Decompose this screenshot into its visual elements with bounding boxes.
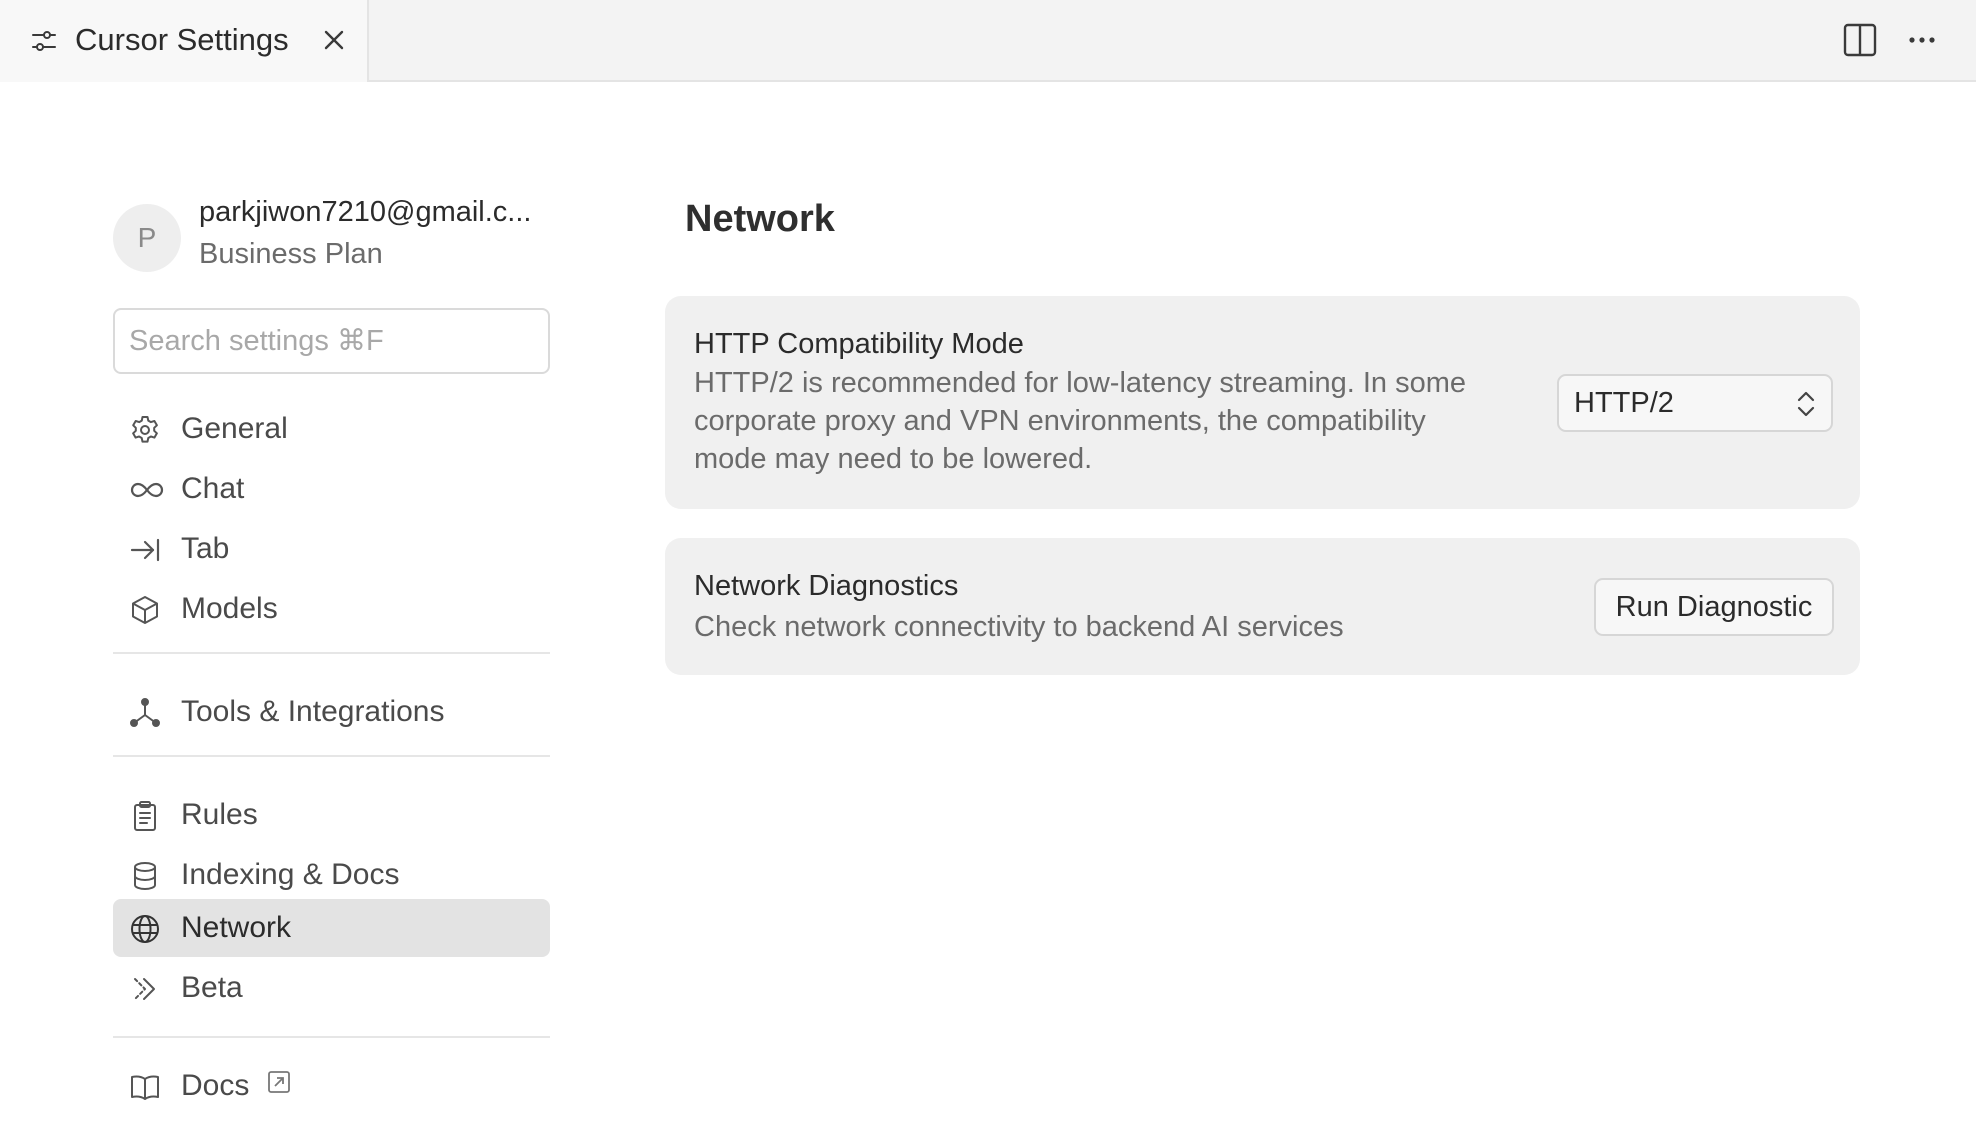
card-description: Check network connectivity to backend AI… — [694, 611, 1344, 643]
sidebar-item-label: Chat — [181, 472, 245, 505]
network-diagnostics-card: Network Diagnostics Check network connec… — [665, 538, 1860, 675]
settings-sidebar: P parkjiwon7210@gmail.c... Business Plan… — [113, 190, 550, 1102]
sidebar-item-rules[interactable]: Rules — [113, 786, 550, 844]
sidebar-item-label: Docs — [181, 1069, 250, 1102]
globe-icon — [129, 913, 161, 945]
split-editor-icon[interactable] — [1840, 20, 1880, 60]
sidebar-item-indexing-docs[interactable]: Indexing & Docs — [113, 846, 550, 904]
arrow-to-right-icon — [129, 534, 161, 566]
clipboard-icon — [129, 800, 161, 832]
sidebar-item-chat[interactable]: Chat — [113, 460, 550, 518]
card-title: Network Diagnostics — [694, 570, 959, 602]
sidebar-item-tools-integrations[interactable]: Tools & Integrations — [113, 683, 550, 741]
sidebar-item-label: Tools & Integrations — [181, 695, 445, 728]
double-chevron-icon — [129, 973, 161, 1005]
sidebar-item-network[interactable]: Network — [113, 899, 550, 957]
sidebar-item-label: Tab — [181, 532, 230, 565]
sidebar-item-beta[interactable]: Beta — [113, 959, 550, 1017]
sidebar-item-models[interactable]: Models — [113, 580, 550, 638]
book-icon — [129, 1071, 161, 1103]
sidebar-item-label: Indexing & Docs — [181, 858, 400, 891]
chevron-up-down-icon — [1793, 388, 1819, 420]
run-diagnostic-button[interactable]: Run Diagnostic — [1594, 578, 1834, 636]
avatar[interactable]: P — [113, 204, 181, 272]
infinity-icon — [129, 474, 164, 506]
sidebar-item-general[interactable]: General — [113, 400, 550, 458]
external-link-icon — [267, 1070, 291, 1094]
search-input[interactable] — [113, 308, 550, 374]
sidebar-item-label: Rules — [181, 798, 258, 831]
sidebar-item-label: Beta — [181, 971, 243, 1004]
nodes-icon — [129, 697, 161, 729]
sidebar-item-tab[interactable]: Tab — [113, 520, 550, 578]
tab-title: Cursor Settings — [75, 22, 289, 57]
sidebar-item-label: Models — [181, 592, 278, 625]
settings-sliders-icon — [30, 27, 58, 55]
close-icon[interactable] — [318, 24, 350, 56]
http-compatibility-card: HTTP Compatibility Mode HTTP/2 is recomm… — [665, 296, 1860, 509]
card-title: HTTP Compatibility Mode — [694, 328, 1024, 360]
card-description-line: mode may need to be lowered. — [694, 443, 1093, 475]
page-title: Network — [685, 198, 835, 240]
database-icon — [129, 860, 161, 892]
sidebar-divider — [113, 1036, 550, 1038]
editor-tab-bar: Cursor Settings — [0, 0, 1976, 82]
sidebar-divider — [113, 755, 550, 757]
http-mode-select[interactable]: HTTP/2 — [1557, 374, 1833, 432]
account-plan: Business Plan — [199, 238, 383, 270]
sidebar-divider — [113, 652, 550, 654]
sidebar-item-docs[interactable]: Docs — [113, 1057, 550, 1115]
account-email: parkjiwon7210@gmail.c... — [199, 196, 532, 228]
gear-icon — [129, 414, 161, 446]
more-ellipsis-icon[interactable] — [1902, 20, 1942, 60]
sidebar-item-label: Network — [181, 911, 292, 944]
sidebar-item-label: General — [181, 412, 288, 445]
tab-cursor-settings[interactable]: Cursor Settings — [0, 0, 369, 82]
card-description-line: corporate proxy and VPN environments, th… — [694, 405, 1426, 437]
select-value: HTTP/2 — [1574, 387, 1674, 419]
card-description-line: HTTP/2 is recommended for low-latency st… — [694, 367, 1466, 399]
cube-icon — [129, 594, 161, 626]
account-section: P parkjiwon7210@gmail.c... Business Plan — [113, 190, 550, 300]
